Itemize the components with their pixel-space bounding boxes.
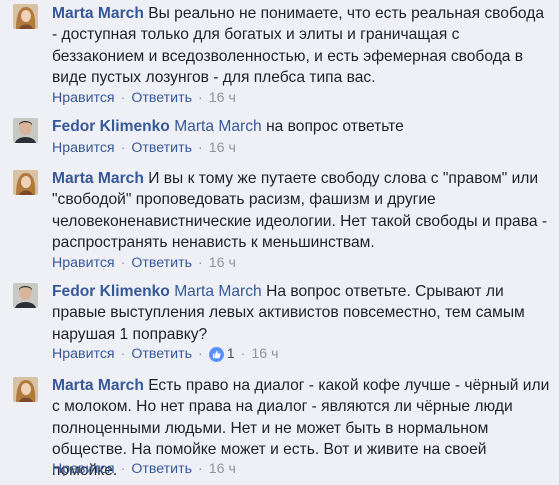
avatar[interactable] bbox=[13, 377, 38, 402]
comment-author[interactable]: Fedor Klimenko bbox=[52, 283, 170, 300]
reply-link[interactable]: Ответить bbox=[131, 139, 192, 157]
like-link[interactable]: Нравится bbox=[52, 139, 115, 157]
like-link[interactable]: Нравится bbox=[52, 89, 115, 107]
comment-timestamp[interactable]: 16 ч bbox=[209, 89, 236, 107]
comment-timestamp[interactable]: 16 ч bbox=[209, 139, 236, 157]
avatar[interactable] bbox=[13, 170, 38, 195]
separator-dot: · bbox=[120, 461, 126, 478]
separator-dot: · bbox=[198, 461, 203, 478]
avatar[interactable] bbox=[13, 118, 38, 143]
comment-thread: Marta March Вы реально не понимаете, что… bbox=[0, 0, 559, 485]
comment-author[interactable]: Marta March bbox=[52, 5, 144, 22]
like-link[interactable]: Нравится bbox=[52, 460, 115, 478]
avatar[interactable] bbox=[13, 4, 38, 29]
reply-link[interactable]: Ответить bbox=[131, 345, 192, 363]
mention-link[interactable]: Marta March bbox=[174, 118, 262, 135]
reaction-count: 1 bbox=[226, 346, 235, 363]
like-link[interactable]: Нравится bbox=[52, 254, 115, 272]
separator-dot: · bbox=[198, 90, 203, 107]
separator-dot: · bbox=[198, 140, 203, 157]
comment-timestamp[interactable]: 16 ч bbox=[209, 254, 236, 272]
reply-link[interactable]: Ответить bbox=[131, 254, 192, 272]
reply-link[interactable]: Ответить bbox=[131, 460, 192, 478]
thumbs-up-icon bbox=[208, 346, 224, 362]
separator-dot: · bbox=[120, 346, 126, 363]
comment-author[interactable]: Marta March bbox=[52, 377, 144, 394]
comment-author[interactable]: Marta March bbox=[52, 170, 144, 187]
separator-dot: · bbox=[198, 346, 203, 363]
separator-dot: · bbox=[120, 90, 126, 107]
comment-timestamp[interactable]: 16 ч bbox=[209, 460, 236, 478]
avatar[interactable] bbox=[13, 283, 38, 308]
separator-dot: · bbox=[198, 255, 203, 272]
separator-dot: · bbox=[120, 255, 126, 272]
comment-author[interactable]: Fedor Klimenko bbox=[52, 118, 170, 135]
mention-link[interactable]: Marta March bbox=[174, 283, 262, 300]
reaction-summary[interactable]: 1 bbox=[208, 345, 235, 363]
comment-text: на вопрос ответьте bbox=[266, 118, 404, 135]
like-link[interactable]: Нравится bbox=[52, 345, 115, 363]
comment-timestamp[interactable]: 16 ч bbox=[251, 345, 278, 363]
reply-link[interactable]: Ответить bbox=[131, 89, 192, 107]
separator-dot: · bbox=[240, 346, 246, 363]
separator-dot: · bbox=[120, 140, 126, 157]
